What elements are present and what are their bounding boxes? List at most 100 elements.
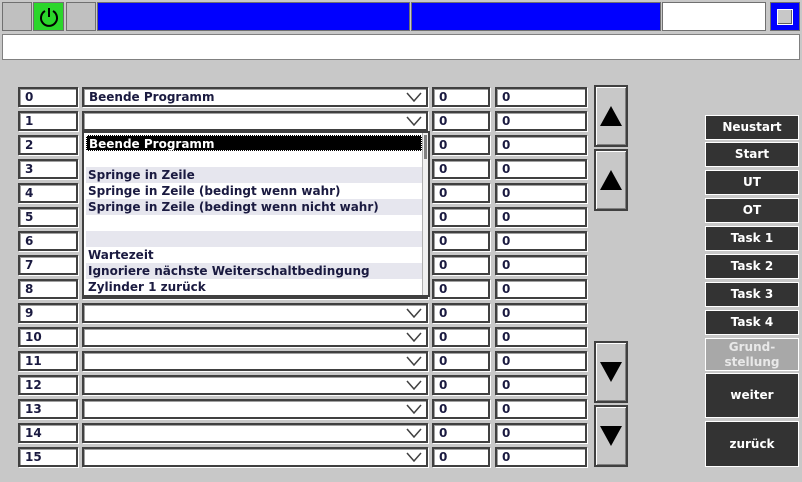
neustart-button[interactable]: Neustart — [705, 115, 799, 140]
command-select[interactable] — [82, 375, 428, 395]
param-b-field-value: 0 — [502, 282, 511, 296]
power-button[interactable] — [33, 2, 64, 31]
dropdown-option[interactable]: Springe in Zeile (bedingt wenn wahr) — [86, 183, 422, 199]
row-index: 1 — [18, 111, 78, 131]
scroll-down-button[interactable] — [594, 341, 628, 403]
param-b-field[interactable]: 0 — [495, 231, 587, 251]
dropdown-scrollbar[interactable] — [422, 133, 428, 295]
param-a-field[interactable]: 0 — [432, 351, 490, 371]
param-b-field[interactable]: 0 — [495, 183, 587, 203]
row-index-value: 15 — [25, 450, 42, 464]
power-icon — [39, 7, 58, 27]
scroll-page-down-button[interactable] — [594, 405, 628, 467]
window-button[interactable] — [770, 2, 800, 31]
task-2-button[interactable]: Task 2 — [705, 254, 799, 279]
dropdown-option[interactable]: Springe in Zeile (bedingt wenn nicht wah… — [86, 199, 422, 215]
param-b-field-value: 0 — [502, 450, 511, 464]
scroll-up-button[interactable] — [594, 149, 628, 211]
param-a-field[interactable]: 0 — [432, 111, 490, 131]
param-a-field[interactable]: 0 — [432, 279, 490, 299]
param-a-field-value: 0 — [439, 354, 448, 368]
command-dropdown-list[interactable]: Beende Programm Springe in Zeile Springe i… — [82, 131, 430, 297]
param-b-field[interactable]: 0 — [495, 399, 587, 419]
start-button[interactable]: Start — [705, 142, 799, 167]
param-a-field[interactable]: 0 — [432, 327, 490, 347]
scroll-page-up-button[interactable] — [594, 85, 628, 147]
weiter-button[interactable]: weiter — [705, 373, 799, 418]
dropdown-option[interactable] — [86, 151, 422, 167]
row-index-value: 9 — [25, 306, 34, 320]
param-b-field-value: 0 — [502, 378, 511, 392]
scroll-page-up-icon — [600, 106, 622, 126]
param-a-field[interactable]: 0 — [432, 255, 490, 275]
task-4-button[interactable]: Task 4 — [705, 310, 799, 335]
param-b-field[interactable]: 0 — [495, 351, 587, 371]
param-b-field[interactable]: 0 — [495, 111, 587, 131]
row-index-value: 3 — [25, 162, 34, 176]
param-b-field[interactable]: 0 — [495, 207, 587, 227]
param-a-field[interactable]: 0 — [432, 303, 490, 323]
ot-button[interactable]: OT — [705, 198, 799, 223]
row-index: 15 — [18, 447, 78, 467]
param-b-field[interactable]: 0 — [495, 327, 587, 347]
param-a-field-value: 0 — [439, 90, 448, 104]
task-3-button[interactable]: Task 3 — [705, 282, 799, 307]
command-select[interactable] — [82, 423, 428, 443]
row-index: 0 — [18, 87, 78, 107]
grundstellung-button[interactable]: Grund- stellung — [705, 338, 799, 371]
param-b-field-value: 0 — [502, 186, 511, 200]
param-a-field-value: 0 — [439, 162, 448, 176]
command-select[interactable] — [82, 303, 428, 323]
command-select[interactable] — [82, 327, 428, 347]
ut-button[interactable]: UT — [705, 170, 799, 195]
param-b-field-value: 0 — [502, 114, 511, 128]
param-b-field-value: 0 — [502, 138, 511, 152]
param-b-field[interactable]: 0 — [495, 87, 587, 107]
row-index-value: 10 — [25, 330, 42, 344]
param-b-field-value: 0 — [502, 306, 511, 320]
param-b-field[interactable]: 0 — [495, 255, 587, 275]
param-a-field[interactable]: 0 — [432, 135, 490, 155]
command-select[interactable] — [82, 111, 428, 131]
dropdown-option[interactable]: Springe in Zeile — [86, 167, 422, 183]
param-b-field-value: 0 — [502, 354, 511, 368]
dropdown-option[interactable]: Wartezeit — [86, 247, 422, 263]
param-b-field[interactable]: 0 — [495, 303, 587, 323]
param-b-field-value: 0 — [502, 90, 511, 104]
param-a-field[interactable]: 0 — [432, 423, 490, 443]
param-a-field[interactable]: 0 — [432, 87, 490, 107]
command-select[interactable]: Beende Programm — [82, 87, 428, 107]
param-a-field[interactable]: 0 — [432, 399, 490, 419]
dropdown-option[interactable]: Zylinder 1 zurück — [86, 279, 422, 295]
param-a-field[interactable]: 0 — [432, 183, 490, 203]
zurueck-button[interactable]: zurück — [705, 421, 799, 467]
param-a-field[interactable]: 0 — [432, 159, 490, 179]
command-select[interactable] — [82, 447, 428, 467]
dropdown-option[interactable] — [86, 215, 422, 231]
task-1-button[interactable]: Task 1 — [705, 226, 799, 251]
param-b-field[interactable]: 0 — [495, 159, 587, 179]
row-index: 9 — [18, 303, 78, 323]
param-a-field-value: 0 — [439, 330, 448, 344]
dropdown-option[interactable]: Ignoriere nächste Weiterschaltbedingung — [86, 263, 422, 279]
param-a-field[interactable]: 0 — [432, 375, 490, 395]
row-index-value: 8 — [25, 282, 34, 296]
row-index-value: 7 — [25, 258, 34, 272]
param-b-field-value: 0 — [502, 234, 511, 248]
param-b-field[interactable]: 0 — [495, 375, 587, 395]
command-select[interactable] — [82, 399, 428, 419]
row-index: 8 — [18, 279, 78, 299]
row-index-value: 6 — [25, 234, 34, 248]
param-b-field[interactable]: 0 — [495, 447, 587, 467]
param-a-field[interactable]: 0 — [432, 231, 490, 251]
dropdown-scroll-thumb[interactable] — [424, 135, 427, 159]
param-b-field[interactable]: 0 — [495, 135, 587, 155]
command-select[interactable] — [82, 351, 428, 371]
param-b-field[interactable]: 0 — [495, 279, 587, 299]
dropdown-option[interactable] — [86, 231, 422, 247]
dropdown-option[interactable]: Beende Programm — [86, 135, 422, 151]
row-index: 10 — [18, 327, 78, 347]
param-a-field[interactable]: 0 — [432, 447, 490, 467]
param-b-field[interactable]: 0 — [495, 423, 587, 443]
param-a-field[interactable]: 0 — [432, 207, 490, 227]
